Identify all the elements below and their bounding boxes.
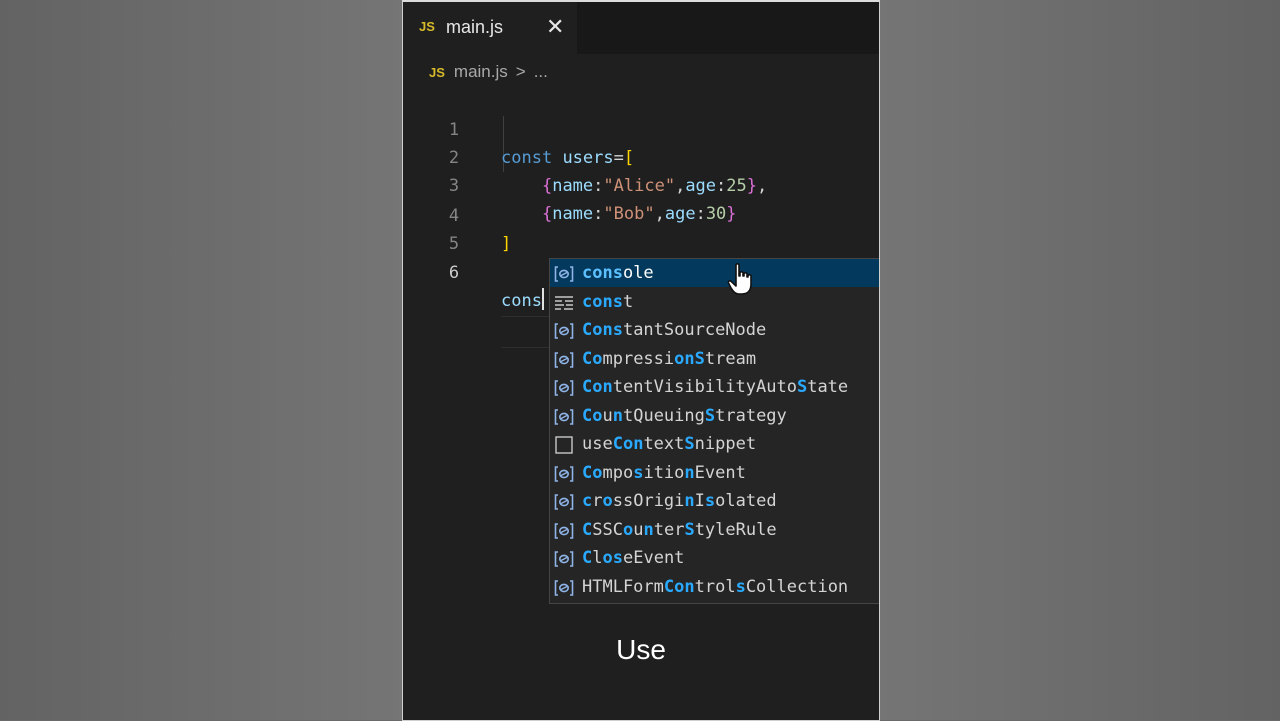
tab-main-js[interactable]: JS main.js ✕ (403, 2, 577, 54)
variable-icon (554, 264, 574, 282)
suggestion-label: ConstantSourceNode (582, 320, 767, 340)
suggestion-item[interactable]: CompressionStream (550, 345, 879, 373)
suggestion-label: CountQueuingStrategy (582, 405, 787, 426)
suggestion-item[interactable]: CloseEvent (550, 544, 879, 572)
suggestion-label: CompressionStream (582, 348, 757, 369)
js-file-icon: JS (419, 19, 435, 34)
suggestion-item[interactable]: console (550, 259, 879, 287)
suggestion-label: crossOriginIsolated (582, 491, 777, 511)
chevron-right-icon: > (515, 62, 526, 81)
code-line-4: 4 ] (403, 174, 879, 254)
suggestion-item[interactable]: CountQueuingStrategy (550, 402, 879, 430)
editor-window: JS main.js ✕ JS main.js > ... 1 const us… (402, 0, 880, 721)
code-line-6: 6 cons (403, 231, 879, 311)
suggestion-item[interactable]: const (550, 288, 879, 316)
variable-icon (554, 549, 574, 567)
variable-icon (554, 321, 574, 339)
code-line-2: 2 {name:"Alice",age:25}, (403, 116, 879, 196)
suggestion-item[interactable]: useContextSnippet (550, 430, 879, 458)
suggestion-label: const (582, 291, 634, 312)
suggestion-item[interactable]: HTMLFormControlsCollection (550, 573, 879, 601)
variable-icon (554, 578, 574, 596)
suggest-widget[interactable]: console const ConstantSourceNode Compressio… (549, 258, 879, 604)
breadcrumb-file[interactable]: main.js (454, 62, 508, 82)
line-number: 6 (448, 263, 460, 283)
suggestion-label: useContextSnippet (582, 434, 757, 454)
suggestion-label: ContentVisibilityAutoState (582, 377, 849, 397)
tab-label: main.js (446, 17, 504, 37)
variable-icon (554, 464, 574, 482)
code-line-1: 1 const users=[ (403, 88, 879, 168)
suggestion-label: CloseEvent (582, 548, 685, 568)
text-cursor (541, 288, 544, 310)
suggestion-item[interactable]: CompositionEvent (550, 459, 879, 487)
close-icon[interactable]: ✕ (546, 14, 564, 40)
video-background-left (0, 0, 402, 720)
suggestion-item[interactable]: ConstantSourceNode (550, 316, 879, 344)
breadcrumb: JS main.js > ... (429, 60, 548, 84)
code-line-3: 3 {name:"Bob",age:30} (403, 144, 879, 224)
suggestion-item[interactable]: crossOriginIsolated (550, 487, 879, 515)
suggestion-item[interactable]: CSSCounterStyleRule (550, 516, 879, 544)
variable-icon (554, 378, 574, 396)
variable-icon (554, 492, 574, 510)
video-background-right (878, 0, 1280, 720)
suggestion-item[interactable]: ContentVisibilityAutoState (550, 373, 879, 401)
video-subtitle: Use (616, 634, 666, 665)
code-line-5: 5 (403, 202, 879, 254)
js-file-icon: JS (429, 64, 445, 80)
breadcrumb-more[interactable]: ... (534, 62, 548, 82)
tab-bar: JS main.js ✕ (403, 2, 879, 54)
variable-icon (554, 521, 574, 539)
typed-text: cons (501, 291, 542, 311)
snippet-icon (554, 293, 574, 311)
variable-icon (554, 350, 574, 368)
suggestion-label: CompositionEvent (582, 462, 746, 483)
suggestion-label: HTMLFormControlsCollection (582, 576, 849, 597)
hand-pointer-icon (727, 263, 752, 295)
text-icon (554, 435, 574, 454)
suggestion-label: console (582, 263, 654, 283)
variable-icon (554, 407, 574, 425)
suggestion-label: CSSCounterStyleRule (582, 519, 777, 540)
